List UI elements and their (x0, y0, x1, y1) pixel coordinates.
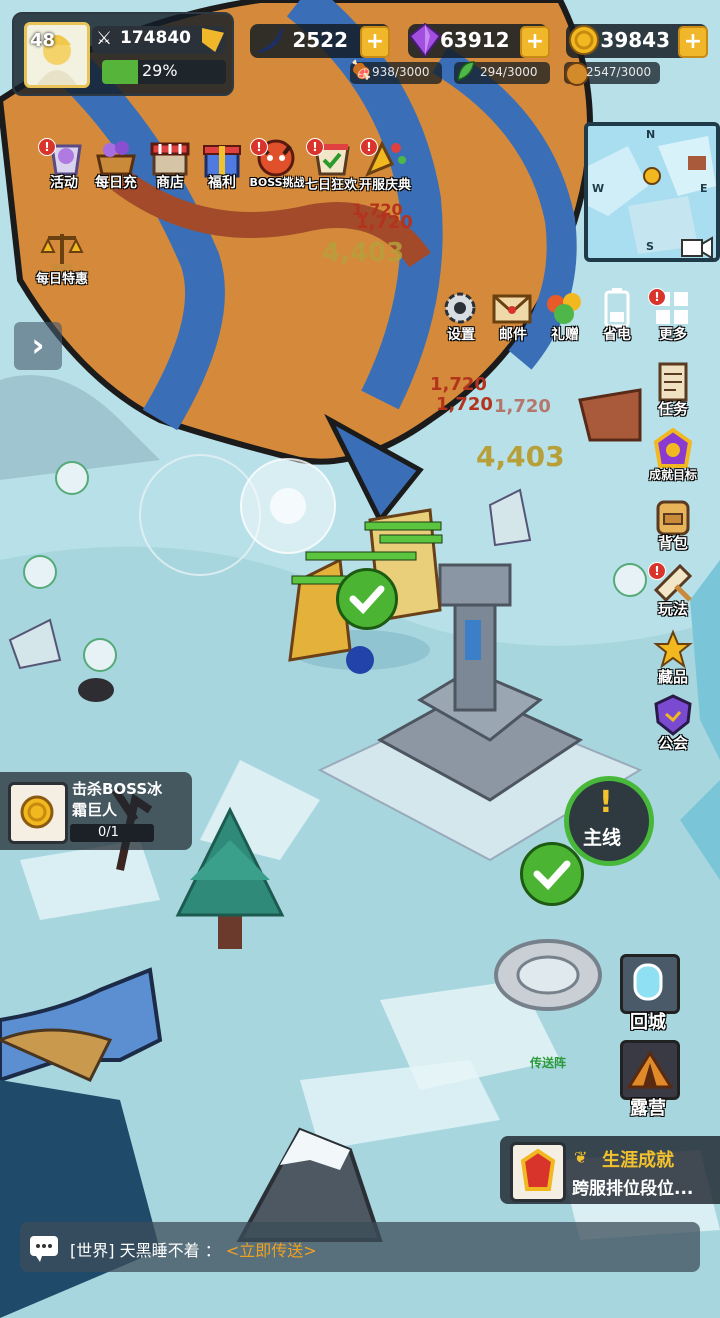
chevron-right-icon: › (31, 326, 45, 364)
quest-tracker[interactable]: 击杀BOSS冰 霜巨人 0/1 (0, 772, 192, 850)
menu-label: 藏品 (657, 668, 688, 686)
hero-checkmark-icon (336, 568, 398, 630)
notification-badge: ! (360, 138, 378, 156)
menu-label: 背包 (657, 534, 688, 552)
notification-badge: ! (648, 288, 666, 306)
menu-label: 任务 (657, 400, 688, 418)
leaf-icon (456, 60, 476, 82)
menu-label: BOSS挑战 (249, 176, 305, 189)
quest-title-line2: 霜巨人 (72, 801, 118, 819)
quest-progress: 0/1 (98, 825, 119, 840)
exclamation-icon: ! (599, 785, 613, 820)
chat-sender: 天黑睡不着 (119, 1241, 200, 1260)
career-title: 生涯成就 (602, 1150, 674, 1171)
menu-label: 礼赠 (551, 327, 579, 343)
menu-label: 邮件 (499, 327, 527, 343)
notification-badge: ! (648, 562, 666, 580)
rank-badge-icon (510, 1142, 566, 1202)
tent-icon (620, 1040, 680, 1100)
add-gold-coin-button[interactable]: + (678, 26, 708, 58)
chat-channel: [世界] (70, 1241, 115, 1260)
damage-number: 1,720 (430, 374, 487, 395)
chat-teleport-link[interactable]: <立即传送> (226, 1241, 317, 1260)
teleport-pad (494, 939, 602, 1011)
quest-title-line1: 击杀BOSS冰 (72, 780, 163, 798)
menu-label: 开服庆典 (358, 178, 411, 193)
menu-label: 每日充 (95, 175, 137, 191)
moon-shard-value: 2522 (292, 28, 348, 52)
career-achievement-banner[interactable]: ❦ 生涯成就 跨服排位段位... (500, 1136, 720, 1204)
ore-value: 2547/3000 (586, 65, 652, 79)
notification-badge: ! (38, 138, 56, 156)
career-subtitle: 跨服排位段位... (572, 1179, 694, 1199)
laurel-icon: ❦ (574, 1148, 588, 1167)
notification-badge: ! (250, 138, 268, 156)
compass-south: S (646, 240, 654, 253)
damage-number: 1,720 (436, 394, 493, 415)
compass-east: E (700, 182, 708, 195)
camp-label: 露营 (630, 1098, 666, 1119)
damage-number: 4,403 (476, 440, 565, 473)
damage-number: 4,403 (322, 238, 405, 268)
moon-shard-icon (252, 24, 286, 58)
wood-value: 294/3000 (480, 65, 538, 79)
menu-label: 每日特惠 (35, 272, 88, 287)
xp-bar-fill (102, 60, 138, 84)
chat-bar[interactable]: [世界] 天黑睡不着 ： <立即传送> (20, 1222, 700, 1272)
menu-label: 成就目标 (648, 468, 697, 482)
meat-value: 938/3000 (372, 65, 430, 79)
return-city-label: 回城 (630, 1012, 666, 1033)
teleport-label: 传送阵 (530, 1056, 567, 1070)
camera-icon[interactable] (678, 232, 714, 262)
chat-bubble-icon (30, 1236, 58, 1262)
player-profile-panel[interactable]: 48 ⚔ 174840 29% (12, 12, 234, 96)
menu-label: 公会 (657, 734, 688, 752)
gold-coin-value: 39843 (600, 28, 670, 52)
menu-label: 活动 (50, 175, 78, 191)
purple-gem-value: 63912 (440, 28, 510, 52)
meat-icon: 🍖 (350, 60, 373, 81)
menu-label: 玩法 (657, 600, 688, 618)
menu-label: 福利 (208, 175, 236, 191)
add-purple-gem-button[interactable]: + (520, 26, 550, 58)
main-quest-label: 主线 (583, 827, 622, 849)
compass-west: W (592, 182, 605, 195)
purple-gem-icon (408, 22, 442, 58)
xp-percent: 29% (142, 61, 178, 80)
menu-label: 省电 (603, 327, 631, 343)
gold-coin-icon (568, 24, 600, 56)
menu-label: 商店 (156, 175, 184, 191)
notification-badge: ! (306, 138, 324, 156)
compass-north: N (646, 128, 656, 141)
quest-reward-icon (8, 782, 68, 844)
confirm-checkmark-icon[interactable] (520, 842, 584, 906)
joystick-knob[interactable] (240, 458, 336, 554)
portal-icon (620, 954, 680, 1014)
menu-label: 更多 (659, 327, 687, 343)
damage-number: 1,720 (494, 396, 551, 417)
damage-number: 1,720 (356, 212, 413, 233)
combat-power-value: 174840 (120, 28, 191, 48)
player-level: 48 (30, 30, 56, 51)
crossed-swords-icon: ⚔ (96, 28, 113, 49)
chat-separator: ： (204, 1241, 221, 1260)
expand-arrow-button[interactable]: › (14, 322, 62, 370)
add-moon-shard-button[interactable]: + (360, 26, 390, 58)
menu-label: 设置 (447, 327, 475, 343)
